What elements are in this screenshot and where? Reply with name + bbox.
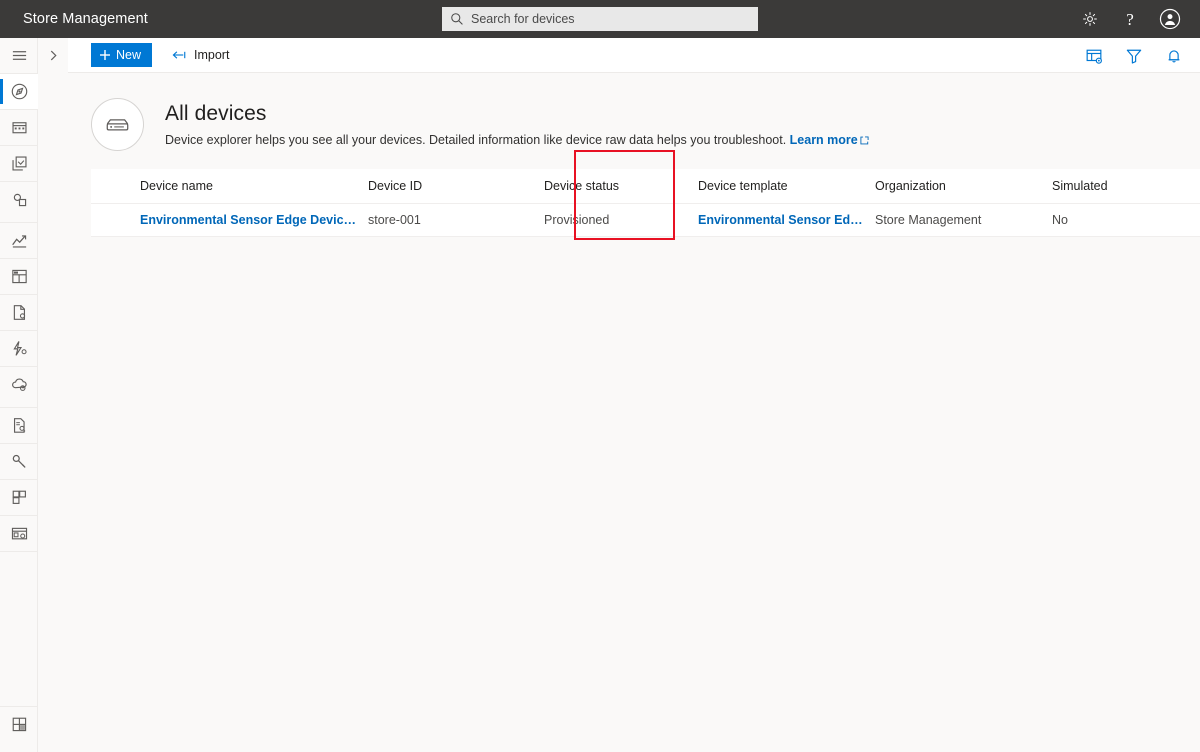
- sidebar-item-file-upload[interactable]: [0, 408, 38, 443]
- sidebar-item-data-export[interactable]: [0, 367, 38, 402]
- search-input[interactable]: [471, 12, 750, 26]
- page-header-text: All devices Device explorer helps you se…: [165, 102, 869, 147]
- column-header-device-template[interactable]: Device template: [698, 179, 875, 193]
- sidebar-item-jobs[interactable]: [0, 295, 38, 330]
- page-header: All devices Device explorer helps you se…: [68, 73, 1200, 169]
- import-button[interactable]: Import: [168, 43, 233, 67]
- sidebar-item-permissions[interactable]: [0, 444, 38, 479]
- page-title: All devices: [165, 102, 267, 125]
- import-button-label: Import: [194, 48, 230, 62]
- column-header-device-status[interactable]: Device status: [544, 179, 698, 193]
- column-header-device-name[interactable]: Device name: [91, 179, 368, 193]
- app-root: Store Management Search for devices ? Ne…: [0, 0, 1200, 752]
- command-bar-right-actions: [1084, 38, 1184, 73]
- device-server-icon: [91, 98, 144, 151]
- app-title: Store Management: [23, 11, 148, 27]
- page-description: Device explorer helps you see all your d…: [165, 133, 869, 147]
- cell-device-name[interactable]: Environmental Sensor Edge Device - store…: [91, 213, 368, 227]
- column-header-simulated[interactable]: Simulated: [1052, 179, 1162, 193]
- new-button-label: New: [116, 48, 142, 62]
- rail-bottom-group: [0, 706, 38, 742]
- table-header-row: Device name Device ID Device status Devi…: [91, 169, 1200, 204]
- sidebar-item-device-templates[interactable]: [0, 146, 38, 181]
- plus-icon: [99, 49, 111, 61]
- chevron-right-icon[interactable]: [38, 38, 68, 73]
- left-navigation-rail: [0, 38, 38, 752]
- hamburger-menu-icon[interactable]: [0, 38, 38, 73]
- sidebar-item-devices[interactable]: [0, 74, 38, 109]
- sidebar-item-connect[interactable]: [0, 182, 38, 217]
- settings-icon[interactable]: [1078, 7, 1102, 31]
- sidebar-item-analytics[interactable]: [0, 223, 38, 258]
- global-search[interactable]: [442, 7, 758, 31]
- sidebar-item-app-templates[interactable]: [0, 480, 38, 515]
- learn-more-label: Learn more: [789, 133, 858, 147]
- column-options-icon[interactable]: [1084, 46, 1104, 66]
- sidebar-item-dashboards[interactable]: [0, 259, 38, 294]
- search-icon: [450, 12, 464, 26]
- notification-bell-icon[interactable]: [1164, 46, 1184, 66]
- cell-organization: Store Management: [875, 213, 982, 227]
- devices-table: Device name Device ID Device status Devi…: [91, 169, 1200, 237]
- new-button[interactable]: New: [91, 43, 153, 67]
- help-label: ?: [1126, 9, 1134, 29]
- external-link-icon: [860, 136, 869, 145]
- sidebar-item-device-groups[interactable]: [0, 110, 38, 145]
- command-bar: New Import: [68, 38, 1200, 73]
- filter-icon[interactable]: [1124, 46, 1144, 66]
- cell-device-status: Provisioned: [544, 213, 610, 227]
- column-header-organization[interactable]: Organization: [875, 179, 1052, 193]
- cell-device-template[interactable]: Environmental Sensor Edg...: [698, 213, 875, 227]
- account-avatar-icon[interactable]: [1158, 7, 1182, 31]
- sidebar-item-administration[interactable]: [0, 516, 38, 551]
- column-header-device-id[interactable]: Device ID: [368, 179, 544, 193]
- cell-simulated: No: [1052, 213, 1068, 227]
- table-row[interactable]: Environmental Sensor Edge Device - store…: [91, 204, 1200, 237]
- help-icon[interactable]: ?: [1118, 7, 1142, 31]
- main-content: New Import All devices Device explorer h…: [68, 38, 1200, 752]
- page-description-text: Device explorer helps you see all your d…: [165, 133, 787, 147]
- import-arrow-icon: [172, 49, 187, 61]
- cell-device-id: store-001: [368, 213, 421, 227]
- header-actions: ?: [1078, 0, 1192, 38]
- top-header-bar: Store Management Search for devices ?: [0, 0, 1200, 38]
- learn-more-link[interactable]: Learn more: [790, 133, 869, 147]
- sidebar-item-app-switcher[interactable]: [0, 707, 38, 742]
- sidebar-item-rules[interactable]: [0, 331, 38, 366]
